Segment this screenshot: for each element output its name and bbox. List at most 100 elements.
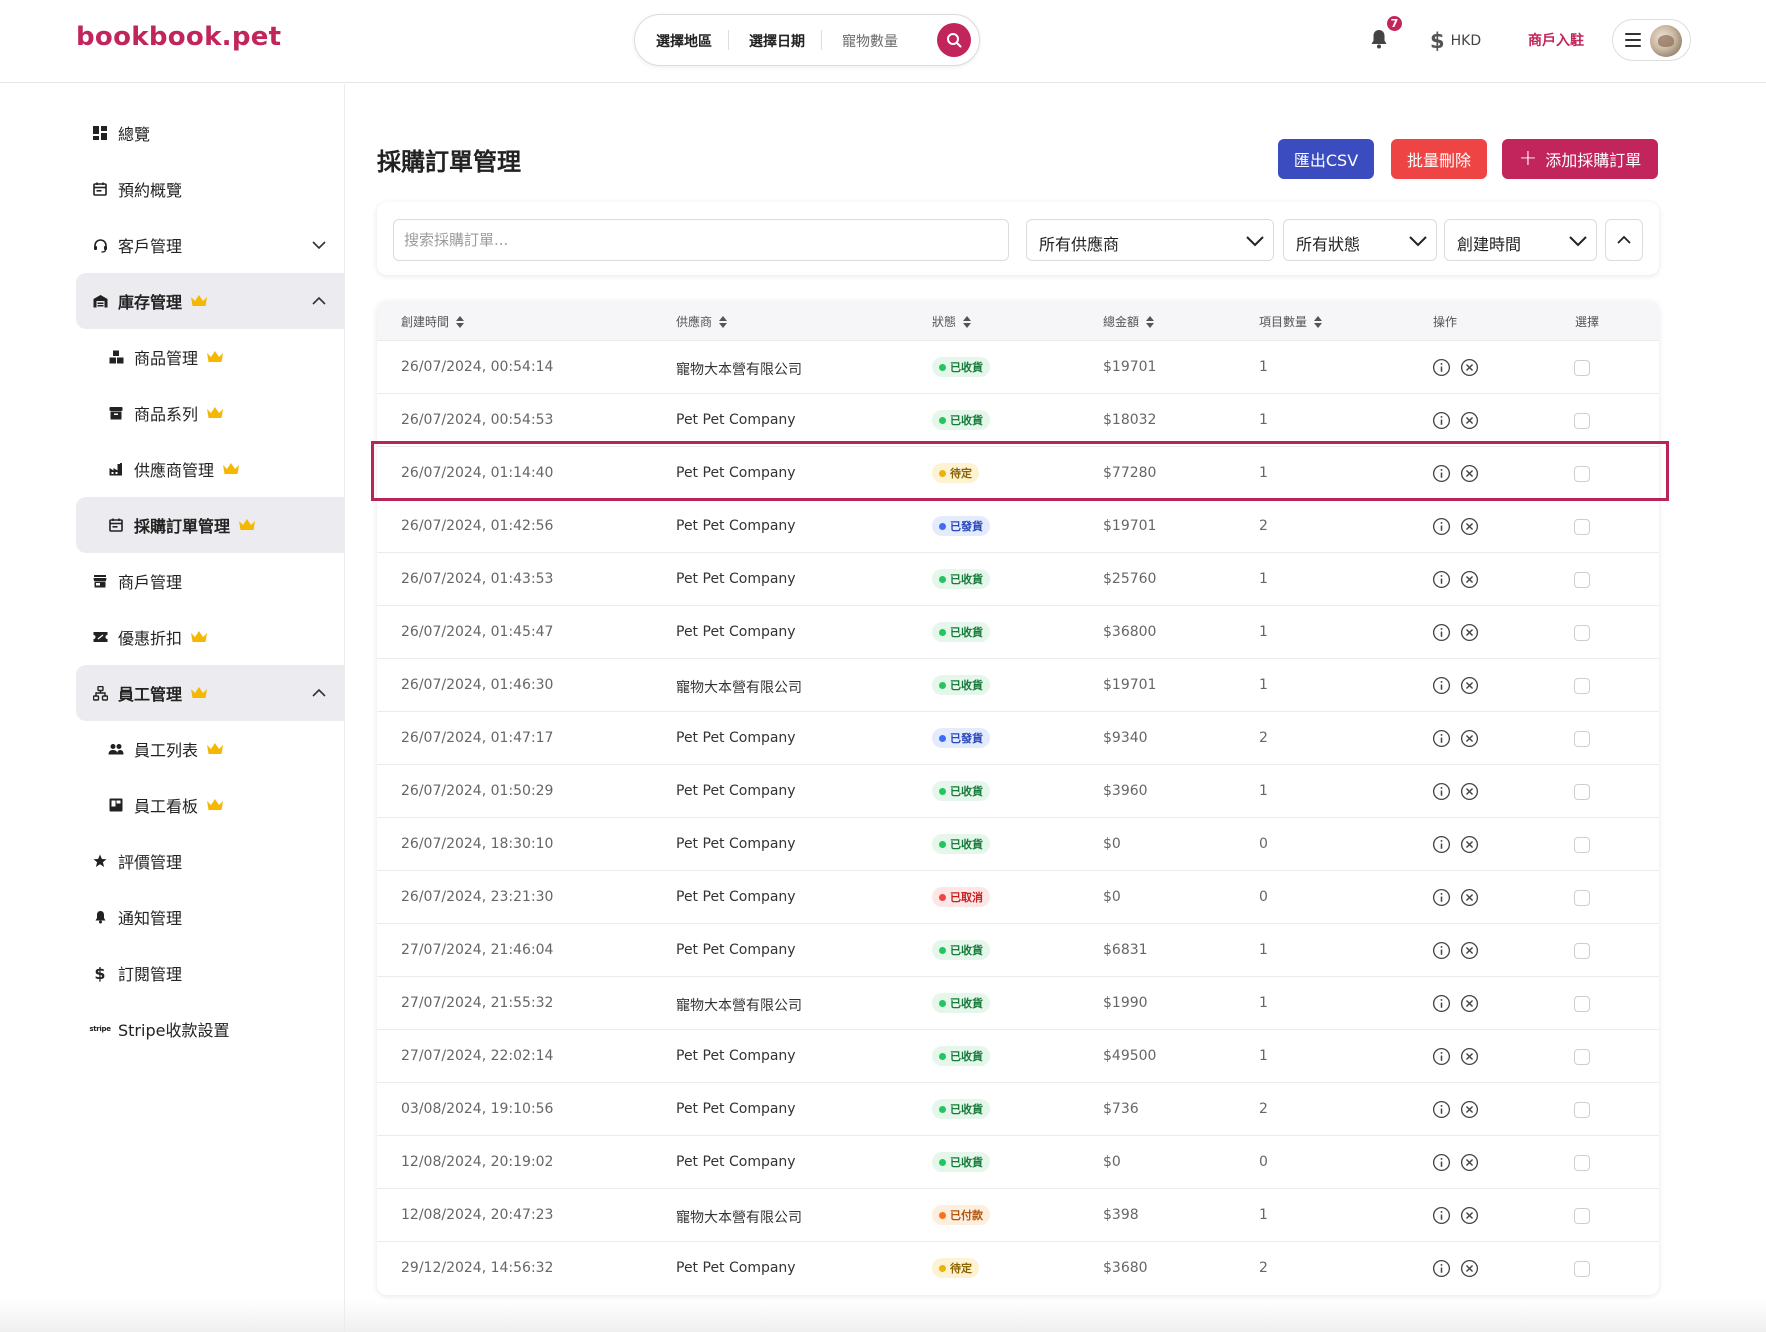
cancel-icon[interactable] <box>1460 411 1479 430</box>
info-icon[interactable] <box>1432 941 1451 960</box>
sort-direction-toggle[interactable] <box>1605 219 1643 261</box>
table-row[interactable]: 26/07/2024, 00:54:53 Pet Pet Company 已收貨 $1… <box>377 394 1659 447</box>
user-menu[interactable] <box>1612 19 1691 61</box>
row-checkbox[interactable] <box>1574 625 1590 641</box>
table-row[interactable]: 26/07/2024, 00:54:14 寵物大本營有限公司 已收貨 $19701 1 <box>377 341 1659 394</box>
row-checkbox[interactable] <box>1574 996 1590 1012</box>
col-total[interactable]: 總金額 <box>1103 313 1155 330</box>
col-status[interactable]: 狀態 <box>932 313 972 330</box>
currency-selector[interactable]: $ HKD <box>1430 29 1481 53</box>
sidebar-item-products[interactable]: 商品管理 <box>76 329 345 385</box>
row-checkbox[interactable] <box>1574 890 1590 906</box>
table-row[interactable]: 26/07/2024, 01:50:29 Pet Pet Company 已收貨 $3… <box>377 765 1659 818</box>
info-icon[interactable] <box>1432 464 1451 483</box>
export-csv-button[interactable]: 匯出CSV <box>1278 139 1374 179</box>
cancel-icon[interactable] <box>1460 1100 1479 1119</box>
table-row[interactable]: 26/07/2024, 23:21:30 Pet Pet Company 已取消 $0… <box>377 871 1659 924</box>
sidebar-item-reviews[interactable]: 評價管理 <box>76 833 345 889</box>
col-supplier[interactable]: 供應商 <box>676 313 728 330</box>
table-row[interactable]: 26/07/2024, 01:46:30 寵物大本營有限公司 已收貨 $19701 1 <box>377 659 1659 712</box>
cancel-icon[interactable] <box>1460 1153 1479 1172</box>
cancel-icon[interactable] <box>1460 835 1479 854</box>
row-checkbox[interactable] <box>1574 731 1590 747</box>
row-checkbox[interactable] <box>1574 943 1590 959</box>
sidebar-item-purchase-orders[interactable]: 採購訂單管理 <box>76 497 345 553</box>
info-icon[interactable] <box>1432 888 1451 907</box>
table-row[interactable]: 26/07/2024, 01:43:53 Pet Pet Company 已收貨 $2… <box>377 553 1659 606</box>
cancel-icon[interactable] <box>1460 1047 1479 1066</box>
info-icon[interactable] <box>1432 1206 1451 1225</box>
supplier-select[interactable]: 所有供應商 <box>1026 219 1274 261</box>
sidebar-item-overview[interactable]: 總覽 <box>76 105 345 161</box>
search-region[interactable]: 選擇地區 <box>656 31 712 51</box>
row-checkbox[interactable] <box>1574 413 1590 429</box>
search-bar[interactable]: 選擇地區 選擇日期 寵物數量 <box>634 14 980 66</box>
row-checkbox[interactable] <box>1574 519 1590 535</box>
row-checkbox[interactable] <box>1574 837 1590 853</box>
cancel-icon[interactable] <box>1460 570 1479 589</box>
info-icon[interactable] <box>1432 1153 1451 1172</box>
col-created[interactable]: 創建時間 <box>401 313 465 330</box>
sidebar-item-discounts[interactable]: 優惠折扣 <box>76 609 345 665</box>
status-select[interactable]: 所有狀態 <box>1283 219 1437 261</box>
cancel-icon[interactable] <box>1460 623 1479 642</box>
cancel-icon[interactable] <box>1460 464 1479 483</box>
sort-select[interactable]: 創建時間 <box>1444 219 1597 261</box>
table-row[interactable]: 26/07/2024, 01:14:40 Pet Pet Company 待定 $77… <box>377 447 1659 500</box>
sidebar-item-subscriptions[interactable]: $ 訂閱管理 <box>76 945 345 1001</box>
info-icon[interactable] <box>1432 411 1451 430</box>
info-icon[interactable] <box>1432 623 1451 642</box>
row-checkbox[interactable] <box>1574 466 1590 482</box>
cancel-icon[interactable] <box>1460 888 1479 907</box>
col-quantity[interactable]: 項目數量 <box>1259 313 1323 330</box>
row-checkbox[interactable] <box>1574 1049 1590 1065</box>
table-row[interactable]: 26/07/2024, 01:47:17 Pet Pet Company 已發貨 $9… <box>377 712 1659 765</box>
sidebar-item-inventory[interactable]: 庫存管理 <box>76 273 345 329</box>
cancel-icon[interactable] <box>1460 941 1479 960</box>
table-row[interactable]: 03/08/2024, 19:10:56 Pet Pet Company 已收貨 $7… <box>377 1083 1659 1136</box>
row-checkbox[interactable] <box>1574 1261 1590 1277</box>
sidebar-item-notifications[interactable]: 通知管理 <box>76 889 345 945</box>
cancel-icon[interactable] <box>1460 358 1479 377</box>
table-row[interactable]: 12/08/2024, 20:47:23 寵物大本營有限公司 已付款 $398 1 <box>377 1189 1659 1242</box>
cancel-icon[interactable] <box>1460 994 1479 1013</box>
table-row[interactable]: 26/07/2024, 01:45:47 Pet Pet Company 已收貨 $3… <box>377 606 1659 659</box>
table-row[interactable]: 12/08/2024, 20:19:02 Pet Pet Company 已收貨 $0… <box>377 1136 1659 1189</box>
info-icon[interactable] <box>1432 782 1451 801</box>
cancel-icon[interactable] <box>1460 517 1479 536</box>
table-row[interactable]: 27/07/2024, 21:55:32 寵物大本營有限公司 已收貨 $1990 1 <box>377 977 1659 1030</box>
search-date[interactable]: 選擇日期 <box>749 31 805 51</box>
info-icon[interactable] <box>1432 517 1451 536</box>
sidebar-item-suppliers[interactable]: 供應商管理 <box>76 441 345 497</box>
cancel-icon[interactable] <box>1460 1259 1479 1278</box>
info-icon[interactable] <box>1432 1259 1451 1278</box>
cancel-icon[interactable] <box>1460 1206 1479 1225</box>
search-button[interactable] <box>937 23 971 57</box>
sidebar-item-merchants[interactable]: 商戶管理 <box>76 553 345 609</box>
search-input[interactable] <box>393 219 1009 261</box>
row-checkbox[interactable] <box>1574 678 1590 694</box>
table-row[interactable]: 26/07/2024, 18:30:10 Pet Pet Company 已收貨 $0… <box>377 818 1659 871</box>
table-row[interactable]: 27/07/2024, 22:02:14 Pet Pet Company 已收貨 $4… <box>377 1030 1659 1083</box>
row-checkbox[interactable] <box>1574 360 1590 376</box>
sidebar-item-bookings[interactable]: 預約概覽 <box>76 161 345 217</box>
sidebar-item-customers[interactable]: 客戶管理 <box>76 217 345 273</box>
row-checkbox[interactable] <box>1574 572 1590 588</box>
sidebar-item-staff-list[interactable]: 員工列表 <box>76 721 345 777</box>
table-row[interactable]: 29/12/2024, 14:56:32 Pet Pet Company 待定 $36… <box>377 1242 1659 1295</box>
table-row[interactable]: 26/07/2024, 01:42:56 Pet Pet Company 已發貨 $1… <box>377 500 1659 553</box>
row-checkbox[interactable] <box>1574 1102 1590 1118</box>
row-checkbox[interactable] <box>1574 1208 1590 1224</box>
cancel-icon[interactable] <box>1460 729 1479 748</box>
info-icon[interactable] <box>1432 570 1451 589</box>
sidebar-item-staff-board[interactable]: 員工看板 <box>76 777 345 833</box>
logo[interactable]: bookbook.pet <box>76 22 281 52</box>
sidebar-item-staff[interactable]: 員工管理 <box>76 665 345 721</box>
sidebar-item-stripe[interactable]: stripe Stripe收款設置 <box>76 1001 345 1057</box>
table-row[interactable]: 27/07/2024, 21:46:04 Pet Pet Company 已收貨 $6… <box>377 924 1659 977</box>
bulk-delete-button[interactable]: 批量刪除 <box>1391 139 1487 179</box>
cancel-icon[interactable] <box>1460 676 1479 695</box>
search-pets[interactable]: 寵物數量 <box>842 31 898 51</box>
info-icon[interactable] <box>1432 676 1451 695</box>
info-icon[interactable] <box>1432 729 1451 748</box>
